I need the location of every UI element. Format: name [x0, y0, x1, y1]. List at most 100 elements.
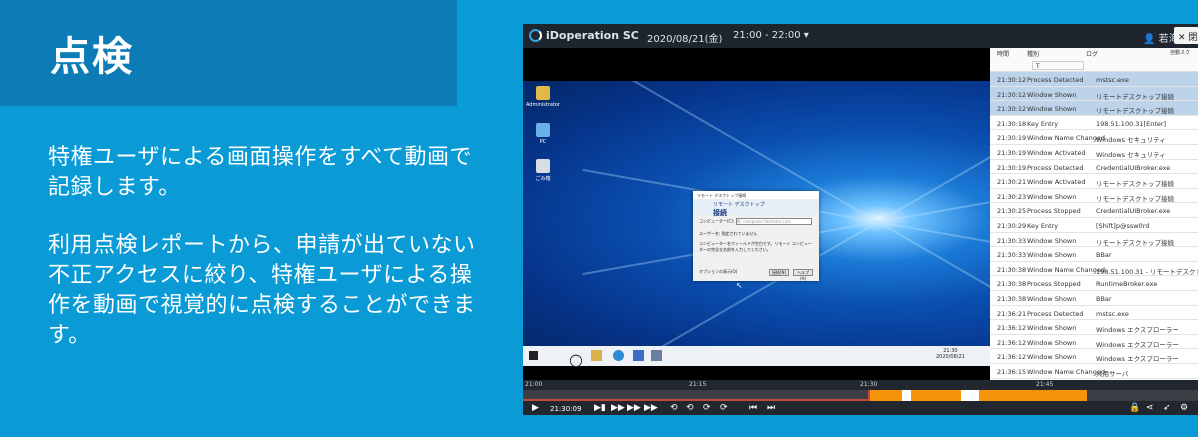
desktop-icon-label: PC [539, 139, 547, 145]
log-message: 198.51.100.31[Enter] [1096, 119, 1167, 128]
mouse-cursor-icon: ↖ [736, 281, 743, 290]
log-row[interactable]: 21:36:12 Window Shown Windows エクスプローラー [990, 335, 1198, 350]
log-row[interactable]: 21:30:38 Process Stopped RuntimeBroker.exe [990, 276, 1198, 291]
skip-previous-icon[interactable]: ⏮ [749, 403, 757, 413]
clock-date: 2020/08/21 [936, 354, 965, 360]
user-row: ユーザー名: 指定されていません [693, 228, 819, 240]
timeline-track[interactable] [523, 390, 1198, 401]
forward-10-icon[interactable]: ⟳ [720, 403, 728, 413]
log-row[interactable]: 21:36:21 Process Detected mstsc.exe [990, 306, 1198, 321]
speed-4x-icon[interactable]: ▶▶ [627, 403, 641, 413]
log-message: mstsc.exe [1096, 309, 1129, 318]
log-time: 21:36:15 [997, 368, 1027, 376]
column-type[interactable]: 種別 [1027, 49, 1039, 58]
rewind-5-icon[interactable]: ⟲ [686, 403, 694, 413]
share-icon[interactable]: ⋖ [1146, 403, 1154, 413]
time-range-label: 21:00 - 22:00 [733, 30, 801, 41]
log-row[interactable]: 21:30:21 Window Activated リモートデスクトップ接続 [990, 174, 1198, 189]
options-toggle[interactable]: オプションの表示(O) [699, 269, 737, 275]
log-row[interactable]: 21:30:19 Window Activated Windows セキュリティ [990, 145, 1198, 160]
log-type: Window Shown [1027, 90, 1077, 99]
search-icon[interactable]: ○ [569, 350, 583, 369]
log-message: リモートデスクトップ接続 [1096, 107, 1174, 116]
auto-scroll-toggle[interactable]: 自動スク [1170, 49, 1190, 56]
log-type: Window Shown [1027, 192, 1077, 201]
description-paragraph-2: 利用点検レポートから、申請が出ていない不正アクセスに絞り、特権ユーザによる操作を… [48, 233, 476, 348]
column-log[interactable]: ログ [1086, 49, 1098, 58]
computer-placeholder: 例: computer.fabrikam.com [736, 219, 791, 224]
forward-5-icon[interactable]: ⟳ [703, 403, 711, 413]
time-range-selector[interactable]: 21:00 - 22:00 ▾ [733, 30, 809, 41]
log-row[interactable]: 21:30:38 Window Shown BBar [990, 291, 1198, 306]
log-row[interactable]: 21:36:12 Window Shown Windows エクスプローラー [990, 320, 1198, 335]
dialog-note: コンピューター名フィールドが空白です。リモート コンピューターの完全な名前を入力… [699, 241, 812, 252]
log-message: Windows エクスプローラー [1096, 326, 1179, 335]
rewind-10-icon[interactable]: ⟲ [670, 403, 678, 413]
play-icon[interactable]: ▶ [532, 403, 539, 413]
computer-input[interactable]: 例: computer.fabrikam.com [735, 218, 812, 225]
user-label: ユーザー名: [699, 231, 721, 236]
log-time: 21:30:38 [997, 295, 1027, 303]
log-type: Window Name Changed [1027, 134, 1105, 143]
log-row[interactable]: 21:36:15 Window Name Changed 共用サーバ [990, 364, 1198, 379]
lock-icon[interactable]: 🔒 [1129, 403, 1140, 413]
log-message: Windows エクスプローラー [1096, 355, 1179, 364]
settings-gear-icon[interactable]: ⚙ [1180, 403, 1188, 413]
speed-2x-icon[interactable]: ▶▶ [611, 403, 625, 413]
close-icon: ✕ [1178, 33, 1186, 43]
log-message: 共用サーバ [1096, 370, 1129, 378]
connect-button[interactable]: 接続(N) [769, 269, 789, 276]
type-filter-select[interactable]: T [1032, 61, 1084, 70]
speed-8x-icon[interactable]: ▶▶ [644, 403, 658, 413]
log-message: RuntimeBroker.exe [1096, 280, 1158, 289]
slow-play-icon[interactable]: ▶▮ [594, 403, 606, 413]
log-message: 198.51.100.31 - リモートデスクトップ [1096, 267, 1198, 276]
log-row[interactable]: 21:30:25 Process Stopped CredentialUIBroke… [990, 203, 1198, 218]
log-row[interactable]: 21:30:19 Window Name Changed Windows セキュリテ… [990, 130, 1198, 145]
brand-logo-icon [529, 29, 542, 42]
log-message: BBar [1096, 295, 1112, 303]
brand-name: iDoperation SC [546, 29, 639, 42]
log-row[interactable]: 21:30:29 Key Entry [Shift]p@ssw0rd [990, 218, 1198, 233]
log-header: 時間 種別 ログ 自動スク T [990, 48, 1198, 72]
windows-start-icon[interactable] [529, 351, 538, 360]
log-time: 21:30:19 [997, 163, 1027, 172]
log-type: Process Detected [1027, 309, 1084, 318]
log-message: リモートデスクトップ接続 [1096, 194, 1174, 203]
app-screenshot: iDoperation SC 2020/08/21(金) 21:00 - 22:… [523, 24, 1198, 415]
log-row[interactable]: 21:30:12 Window Shown リモートデスクトップ接続 [990, 101, 1198, 116]
log-time: 21:30:33 [997, 236, 1027, 245]
session-video[interactable]: Administrator PC ごみ箱 リモート デスクトップ接続 リモート … [523, 48, 990, 380]
dialog-titlebar: リモート デスクトップ接続 [693, 191, 819, 199]
remote-desktop: Administrator PC ごみ箱 リモート デスクトップ接続 リモート … [523, 81, 990, 346]
help-button[interactable]: ヘルプ(H) [793, 269, 813, 281]
skip-next-icon[interactable]: ⏭ [767, 403, 775, 413]
log-type: Window Activated [1027, 149, 1086, 157]
playhead[interactable] [868, 390, 870, 401]
log-row[interactable]: 21:30:33 Window Shown リモートデスクトップ接続 [990, 233, 1198, 248]
store-icon[interactable] [633, 350, 644, 361]
description-paragraph-1: 特権ユーザによる画面操作をすべて動画で記録します。 [48, 145, 472, 200]
edge-icon[interactable] [613, 350, 624, 361]
log-row[interactable]: 21:30:18 Key Entry 198.51.100.31[Enter] [990, 116, 1198, 131]
log-message: mstsc.exe [1096, 76, 1129, 84]
log-row[interactable]: 21:30:12 Window Shown リモートデスクトップ接続 [990, 86, 1198, 102]
log-row[interactable]: 21:30:12 Process Detected mstsc.exe [990, 72, 1198, 87]
column-time[interactable]: 時間 [997, 49, 1009, 58]
user-icon: 👤 [1143, 34, 1156, 45]
log-row[interactable]: 21:30:19 Process Detected CredentialUIBrok… [990, 160, 1198, 175]
explorer-icon[interactable] [591, 350, 602, 361]
remote-desktop-icon[interactable] [651, 350, 662, 361]
log-type: Window Shown [1027, 251, 1077, 260]
rocket-icon[interactable]: ➶ [1163, 403, 1171, 413]
tick-label: 21:15 [689, 381, 707, 388]
user-value: 指定されていません [721, 231, 758, 236]
desktop-icon-pc: PC [523, 123, 563, 145]
log-row[interactable]: 21:30:38 Window Name Changed 198.51.100.31… [990, 262, 1198, 277]
played-segment [523, 390, 868, 401]
close-button[interactable]: ✕ 閉じ [1174, 27, 1198, 56]
log-time: 21:30:19 [997, 134, 1027, 143]
log-row[interactable]: 21:30:33 Window Shown BBar [990, 247, 1198, 262]
log-row[interactable]: 21:30:23 Window Shown リモートデスクトップ接続 [990, 189, 1198, 204]
log-row[interactable]: 21:36:12 Window Shown Windows エクスプローラー [990, 349, 1198, 364]
